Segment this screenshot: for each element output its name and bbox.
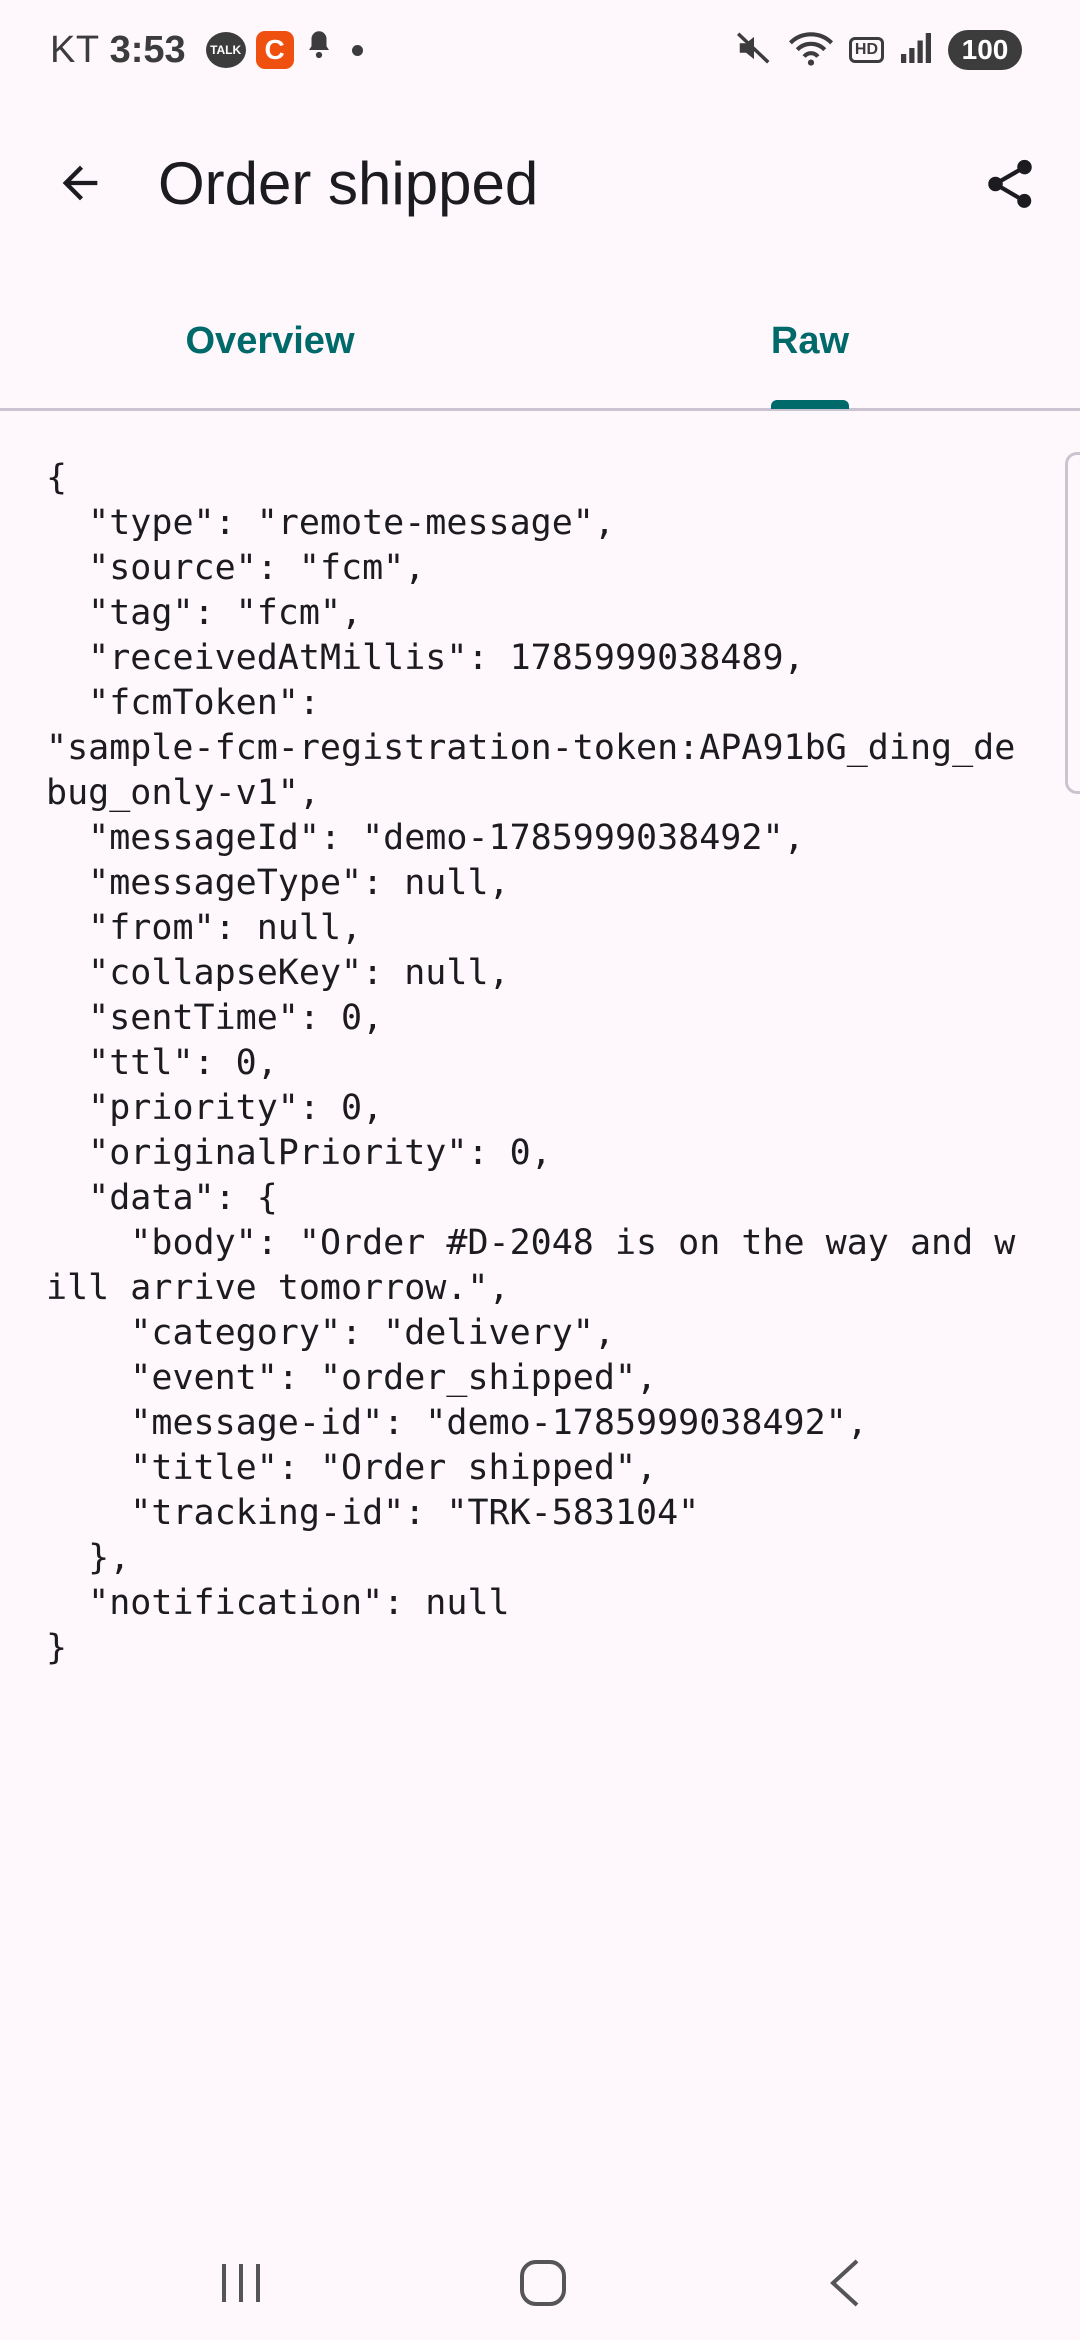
app-bar: Order shipped [0,130,1080,240]
share-icon [981,155,1039,218]
share-button[interactable] [970,150,1050,222]
recent-apps-button[interactable] [186,2250,296,2320]
status-bar: KT 3:53 TALK C HD 100 [0,0,1080,100]
home-icon [518,2258,568,2313]
battery-indicator: 100 [948,30,1022,70]
tab-overview-label: Overview [185,320,355,362]
home-button[interactable] [488,2250,598,2320]
hd-voice-icon: HD [848,37,884,63]
recent-apps-icon [216,2260,266,2311]
arrow-back-icon [54,157,106,214]
raw-json-text: { "type": "remote-message", "source": "f… [46,458,1016,1668]
bell-icon [304,28,334,72]
status-left: KT 3:53 TALK C [50,24,363,76]
tab-raw-label: Raw [770,320,850,362]
scrollbar-thumb[interactable] [1065,452,1080,794]
talk-icon-label: TALK [210,43,242,57]
mute-icon [735,29,773,72]
c-icon-label: C [264,34,285,65]
status-right: HD 100 [735,26,1022,74]
tab-overview[interactable]: Overview [0,300,540,408]
chevron-left-icon [825,2257,865,2314]
more-notifications-dot-icon [351,44,363,56]
system-nav-bar [0,2230,1080,2340]
kakaotalk-icon: TALK [205,32,246,68]
c-app-icon: C [255,31,294,69]
clock: 3:53 [109,28,186,71]
carrier-label: KT [50,28,100,71]
back-button[interactable] [40,150,120,220]
tab-selected-indicator [771,400,849,409]
tab-bar: Overview Raw [0,300,1080,411]
signal-icon [898,30,934,71]
screen: KT 3:53 TALK C HD 100 Order shipped Over… [0,0,1080,2340]
tab-raw[interactable]: Raw [540,300,1080,408]
system-back-button[interactable] [790,2250,900,2320]
page-title: Order shipped [158,150,539,217]
wifi-icon [787,29,835,72]
